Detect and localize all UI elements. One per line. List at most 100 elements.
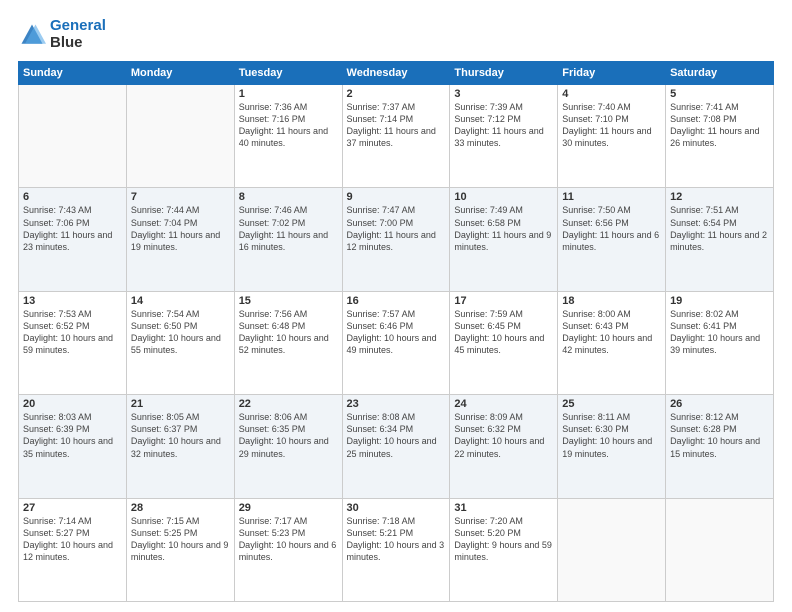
weekday-header-sunday: Sunday xyxy=(19,62,127,85)
day-number: 23 xyxy=(347,398,446,410)
calendar-cell xyxy=(666,498,774,601)
calendar-cell: 31Sunrise: 7:20 AM Sunset: 5:20 PM Dayli… xyxy=(450,498,558,601)
day-number: 20 xyxy=(23,398,122,410)
day-number: 13 xyxy=(23,295,122,307)
calendar-cell: 19Sunrise: 8:02 AM Sunset: 6:41 PM Dayli… xyxy=(666,291,774,394)
day-info: Sunrise: 7:50 AM Sunset: 6:56 PM Dayligh… xyxy=(562,204,661,253)
day-number: 16 xyxy=(347,295,446,307)
day-info: Sunrise: 7:54 AM Sunset: 6:50 PM Dayligh… xyxy=(131,308,230,357)
day-info: Sunrise: 7:37 AM Sunset: 7:14 PM Dayligh… xyxy=(347,101,446,150)
day-info: Sunrise: 7:41 AM Sunset: 7:08 PM Dayligh… xyxy=(670,101,769,150)
calendar-cell: 11Sunrise: 7:50 AM Sunset: 6:56 PM Dayli… xyxy=(558,188,666,291)
calendar-cell: 9Sunrise: 7:47 AM Sunset: 7:00 PM Daylig… xyxy=(342,188,450,291)
calendar-cell: 12Sunrise: 7:51 AM Sunset: 6:54 PM Dayli… xyxy=(666,188,774,291)
day-info: Sunrise: 7:57 AM Sunset: 6:46 PM Dayligh… xyxy=(347,308,446,357)
day-info: Sunrise: 7:17 AM Sunset: 5:23 PM Dayligh… xyxy=(239,515,338,564)
calendar-cell: 20Sunrise: 8:03 AM Sunset: 6:39 PM Dayli… xyxy=(19,395,127,498)
calendar-cell xyxy=(19,85,127,188)
calendar-cell: 25Sunrise: 8:11 AM Sunset: 6:30 PM Dayli… xyxy=(558,395,666,498)
weekday-header-monday: Monday xyxy=(126,62,234,85)
calendar-cell: 2Sunrise: 7:37 AM Sunset: 7:14 PM Daylig… xyxy=(342,85,450,188)
calendar-cell: 23Sunrise: 8:08 AM Sunset: 6:34 PM Dayli… xyxy=(342,395,450,498)
calendar-week-row: 20Sunrise: 8:03 AM Sunset: 6:39 PM Dayli… xyxy=(19,395,774,498)
day-info: Sunrise: 7:47 AM Sunset: 7:00 PM Dayligh… xyxy=(347,204,446,253)
calendar-week-row: 1Sunrise: 7:36 AM Sunset: 7:16 PM Daylig… xyxy=(19,85,774,188)
weekday-header-row: SundayMondayTuesdayWednesdayThursdayFrid… xyxy=(19,62,774,85)
weekday-header-tuesday: Tuesday xyxy=(234,62,342,85)
day-number: 22 xyxy=(239,398,338,410)
calendar-cell: 15Sunrise: 7:56 AM Sunset: 6:48 PM Dayli… xyxy=(234,291,342,394)
calendar-cell: 10Sunrise: 7:49 AM Sunset: 6:58 PM Dayli… xyxy=(450,188,558,291)
day-info: Sunrise: 7:59 AM Sunset: 6:45 PM Dayligh… xyxy=(454,308,553,357)
logo: General Blue xyxy=(18,18,106,51)
day-info: Sunrise: 8:05 AM Sunset: 6:37 PM Dayligh… xyxy=(131,411,230,460)
logo-icon xyxy=(18,21,46,49)
day-number: 17 xyxy=(454,295,553,307)
day-number: 8 xyxy=(239,191,338,203)
day-info: Sunrise: 8:02 AM Sunset: 6:41 PM Dayligh… xyxy=(670,308,769,357)
page: General Blue SundayMondayTuesdayWednesda… xyxy=(0,0,792,612)
calendar-cell: 1Sunrise: 7:36 AM Sunset: 7:16 PM Daylig… xyxy=(234,85,342,188)
day-number: 28 xyxy=(131,502,230,514)
day-info: Sunrise: 8:06 AM Sunset: 6:35 PM Dayligh… xyxy=(239,411,338,460)
day-info: Sunrise: 7:14 AM Sunset: 5:27 PM Dayligh… xyxy=(23,515,122,564)
day-info: Sunrise: 7:39 AM Sunset: 7:12 PM Dayligh… xyxy=(454,101,553,150)
day-number: 9 xyxy=(347,191,446,203)
calendar-cell xyxy=(558,498,666,601)
day-number: 26 xyxy=(670,398,769,410)
day-number: 4 xyxy=(562,88,661,100)
weekday-header-saturday: Saturday xyxy=(666,62,774,85)
day-number: 2 xyxy=(347,88,446,100)
calendar-cell: 27Sunrise: 7:14 AM Sunset: 5:27 PM Dayli… xyxy=(19,498,127,601)
day-number: 14 xyxy=(131,295,230,307)
day-number: 18 xyxy=(562,295,661,307)
calendar-cell: 22Sunrise: 8:06 AM Sunset: 6:35 PM Dayli… xyxy=(234,395,342,498)
day-info: Sunrise: 8:03 AM Sunset: 6:39 PM Dayligh… xyxy=(23,411,122,460)
day-number: 21 xyxy=(131,398,230,410)
day-number: 7 xyxy=(131,191,230,203)
header: General Blue xyxy=(18,18,774,51)
day-info: Sunrise: 7:36 AM Sunset: 7:16 PM Dayligh… xyxy=(239,101,338,150)
day-number: 1 xyxy=(239,88,338,100)
calendar-table: SundayMondayTuesdayWednesdayThursdayFrid… xyxy=(18,61,774,602)
day-number: 12 xyxy=(670,191,769,203)
calendar-week-row: 27Sunrise: 7:14 AM Sunset: 5:27 PM Dayli… xyxy=(19,498,774,601)
calendar-week-row: 6Sunrise: 7:43 AM Sunset: 7:06 PM Daylig… xyxy=(19,188,774,291)
day-info: Sunrise: 8:00 AM Sunset: 6:43 PM Dayligh… xyxy=(562,308,661,357)
calendar-cell: 18Sunrise: 8:00 AM Sunset: 6:43 PM Dayli… xyxy=(558,291,666,394)
day-number: 30 xyxy=(347,502,446,514)
day-info: Sunrise: 7:43 AM Sunset: 7:06 PM Dayligh… xyxy=(23,204,122,253)
day-info: Sunrise: 7:40 AM Sunset: 7:10 PM Dayligh… xyxy=(562,101,661,150)
calendar-cell: 26Sunrise: 8:12 AM Sunset: 6:28 PM Dayli… xyxy=(666,395,774,498)
calendar-cell xyxy=(126,85,234,188)
day-info: Sunrise: 8:12 AM Sunset: 6:28 PM Dayligh… xyxy=(670,411,769,460)
day-info: Sunrise: 7:15 AM Sunset: 5:25 PM Dayligh… xyxy=(131,515,230,564)
day-info: Sunrise: 7:56 AM Sunset: 6:48 PM Dayligh… xyxy=(239,308,338,357)
day-number: 24 xyxy=(454,398,553,410)
day-info: Sunrise: 7:20 AM Sunset: 5:20 PM Dayligh… xyxy=(454,515,553,564)
day-number: 5 xyxy=(670,88,769,100)
day-info: Sunrise: 7:49 AM Sunset: 6:58 PM Dayligh… xyxy=(454,204,553,253)
day-number: 15 xyxy=(239,295,338,307)
calendar-cell: 6Sunrise: 7:43 AM Sunset: 7:06 PM Daylig… xyxy=(19,188,127,291)
calendar-cell: 24Sunrise: 8:09 AM Sunset: 6:32 PM Dayli… xyxy=(450,395,558,498)
calendar-cell: 16Sunrise: 7:57 AM Sunset: 6:46 PM Dayli… xyxy=(342,291,450,394)
day-info: Sunrise: 7:51 AM Sunset: 6:54 PM Dayligh… xyxy=(670,204,769,253)
weekday-header-thursday: Thursday xyxy=(450,62,558,85)
calendar-cell: 14Sunrise: 7:54 AM Sunset: 6:50 PM Dayli… xyxy=(126,291,234,394)
calendar-week-row: 13Sunrise: 7:53 AM Sunset: 6:52 PM Dayli… xyxy=(19,291,774,394)
calendar-cell: 17Sunrise: 7:59 AM Sunset: 6:45 PM Dayli… xyxy=(450,291,558,394)
weekday-header-wednesday: Wednesday xyxy=(342,62,450,85)
logo-text: General Blue xyxy=(50,18,106,51)
calendar-cell: 21Sunrise: 8:05 AM Sunset: 6:37 PM Dayli… xyxy=(126,395,234,498)
day-number: 6 xyxy=(23,191,122,203)
weekday-header-friday: Friday xyxy=(558,62,666,85)
day-info: Sunrise: 7:18 AM Sunset: 5:21 PM Dayligh… xyxy=(347,515,446,564)
day-info: Sunrise: 8:11 AM Sunset: 6:30 PM Dayligh… xyxy=(562,411,661,460)
calendar-cell: 29Sunrise: 7:17 AM Sunset: 5:23 PM Dayli… xyxy=(234,498,342,601)
day-info: Sunrise: 7:53 AM Sunset: 6:52 PM Dayligh… xyxy=(23,308,122,357)
calendar-cell: 30Sunrise: 7:18 AM Sunset: 5:21 PM Dayli… xyxy=(342,498,450,601)
day-number: 31 xyxy=(454,502,553,514)
day-number: 27 xyxy=(23,502,122,514)
calendar-cell: 4Sunrise: 7:40 AM Sunset: 7:10 PM Daylig… xyxy=(558,85,666,188)
